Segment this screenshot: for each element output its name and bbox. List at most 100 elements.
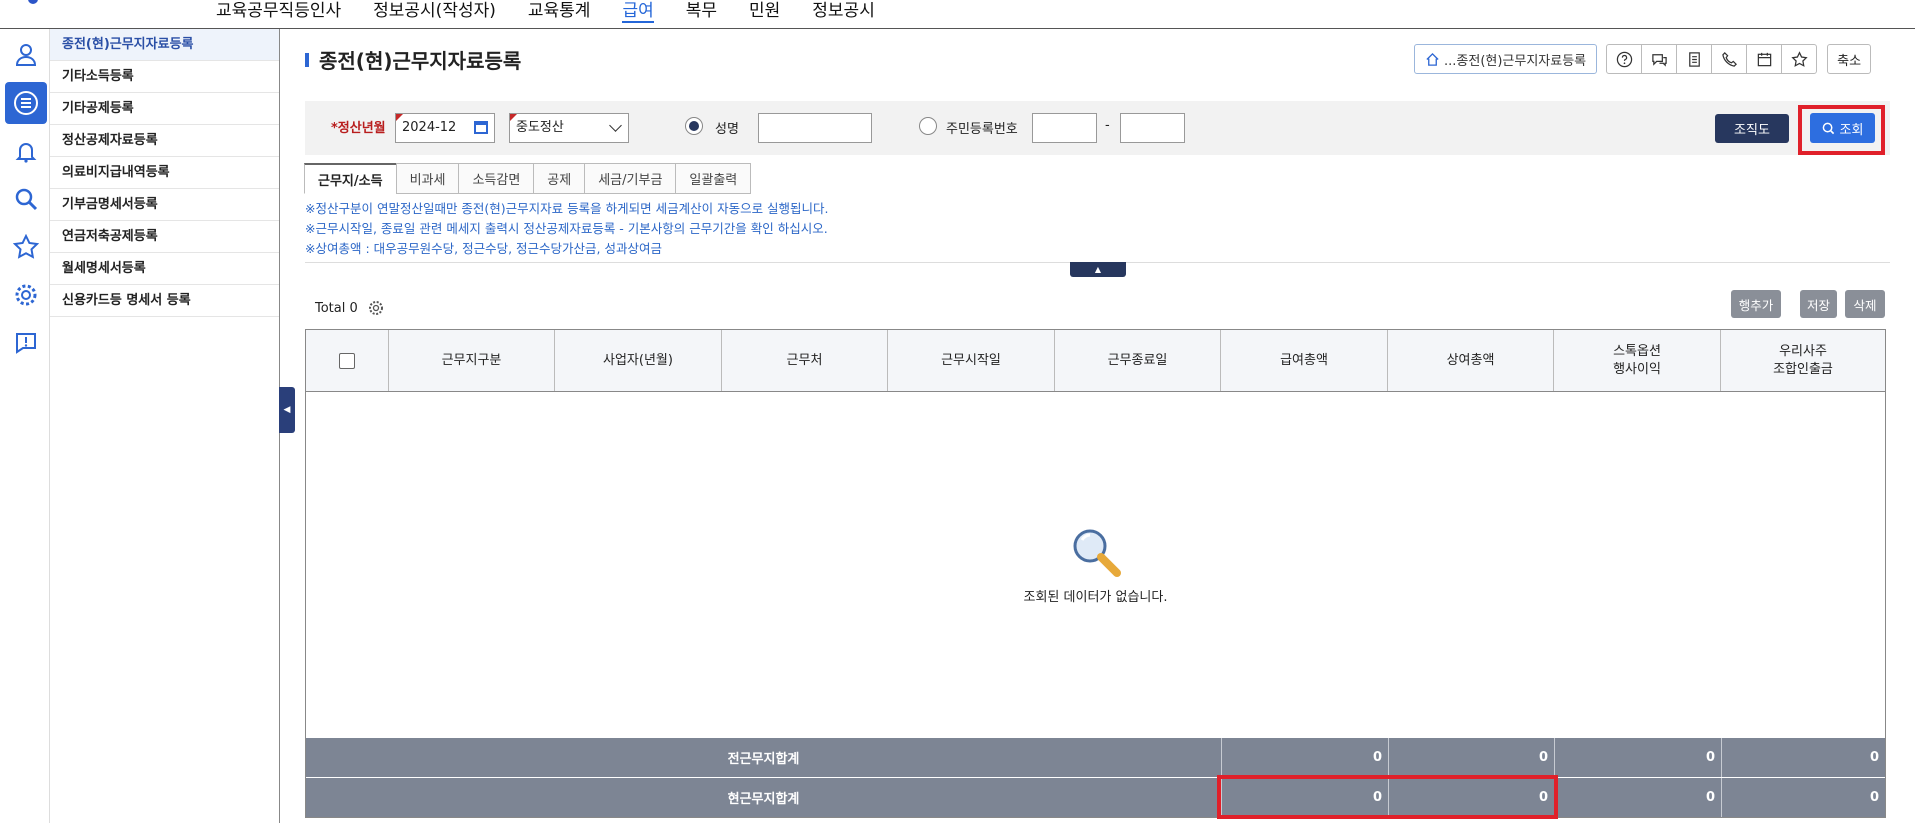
footer-value: 0 — [1389, 738, 1555, 777]
footer-value: 0 — [1869, 750, 1879, 765]
page-title: 종전(현)근무지자료등록 — [305, 45, 521, 74]
save-button[interactable]: 저장 — [1800, 290, 1837, 318]
total-count: Total 0 — [315, 300, 384, 316]
select-all-checkbox[interactable] — [339, 352, 355, 369]
top-menu-item-hr[interactable]: 교육공무직등인사 — [216, 0, 341, 23]
document-icon[interactable] — [1676, 44, 1713, 74]
delete-button[interactable]: 삭제 — [1845, 290, 1885, 318]
submenu-item-rent[interactable]: 월세명세서등록 — [50, 253, 279, 285]
tab-batch-print[interactable]: 일괄출력 — [675, 163, 752, 194]
calendar-picker-icon[interactable] — [474, 121, 488, 134]
column-header[interactable]: 근무지구분 — [389, 330, 555, 391]
submenu-item-settlement-deduction[interactable]: 정산공제자료등록 — [50, 125, 279, 157]
magnifier-icon — [1073, 529, 1121, 577]
column-header[interactable]: 스톡옵션 행사이익 — [1554, 330, 1721, 391]
calendar-icon[interactable] — [1746, 44, 1783, 74]
sidebar-collapse-handle[interactable]: ◀ — [279, 387, 295, 433]
favorite-star-icon[interactable] — [1781, 44, 1818, 74]
breadcrumb-text: ...종전(현)근무지자료등록 — [1444, 53, 1587, 69]
main-content: 종전(현)근무지자료등록 ...종전(현)근무지자료등록 축소 *정산년월 20… — [300, 29, 1900, 823]
top-menu-item-payroll[interactable]: 급여 — [622, 0, 654, 23]
submenu-item-credit-card[interactable]: 신용카드등 명세서 등록 — [50, 285, 279, 317]
column-header[interactable]: 근무종료일 — [1055, 330, 1221, 391]
query-highlight-box — [1798, 105, 1885, 155]
star-icon[interactable] — [5, 226, 47, 268]
column-header[interactable]: 사업자(년월) — [555, 330, 722, 391]
tab-bar: 근무지/소득 비과세 소득감면 공제 세금/기부금 일괄출력 — [304, 163, 752, 194]
phone-icon[interactable] — [1711, 44, 1748, 74]
gear-icon[interactable] — [5, 274, 47, 316]
notice-text: ※정산구분이 연말정산일때만 종전(현)근무지자료 등록을 하게되면 세금계산이… — [305, 199, 829, 259]
breadcrumb-button[interactable]: ...종전(현)근무지자료등록 — [1414, 44, 1598, 74]
settlement-month-input[interactable]: 2024-12 — [395, 113, 495, 143]
column-header[interactable]: 근무시작일 — [888, 330, 1055, 391]
person-icon[interactable] — [5, 34, 47, 76]
footer-row-previous: 전근무지합계 0 0 0 0 — [306, 737, 1885, 777]
top-menu-item-disclosure-writer[interactable]: 정보공시(작성자) — [373, 0, 496, 23]
tab-deduction[interactable]: 공제 — [533, 163, 586, 194]
alert-icon[interactable] — [5, 322, 47, 364]
rrn-dash: - — [1105, 118, 1110, 133]
empty-state: 조회된 데이터가 없습니다. — [306, 392, 1885, 737]
top-navigation: 교육공무직등인사 정보공시(작성자) 교육통계 급여 복무 민원 정보공시 — [0, 0, 1915, 29]
icon-rail — [0, 29, 50, 823]
collapse-up-handle[interactable]: ▲ — [1070, 262, 1126, 277]
rrn-back-input[interactable] — [1120, 113, 1185, 143]
header-select-all — [306, 330, 389, 391]
name-radio[interactable] — [685, 117, 703, 135]
column-header[interactable]: 근무처 — [722, 330, 888, 391]
sum-highlight-box — [1217, 775, 1558, 819]
notice-line: ※상여총액 : 대우공무원수당, 정근수당, 정근수당가산금, 성과상여금 — [305, 241, 662, 256]
top-menu-item-disclosure[interactable]: 정보공시 — [812, 0, 875, 23]
shrink-button[interactable]: 축소 — [1827, 44, 1872, 74]
footer-label: 전근무지합계 — [306, 738, 1222, 777]
add-row-button[interactable]: 행추가 — [1731, 290, 1781, 318]
sub-menu: 종전(현)근무지자료등록 기타소득등록 기타공제등록 정산공제자료등록 의료비지… — [50, 29, 280, 823]
rrn-front-input[interactable] — [1032, 113, 1097, 143]
page-title-text: 종전(현)근무지자료등록 — [319, 49, 522, 73]
name-input[interactable] — [758, 113, 872, 143]
footer-value: 0 — [1222, 738, 1389, 777]
top-menu-item-civil[interactable]: 민원 — [749, 0, 780, 23]
grid-header: 근무지구분 사업자(년월) 근무처 근무시작일 근무종료일 급여총액 상여총액 … — [306, 330, 1885, 392]
bell-icon[interactable] — [5, 130, 47, 172]
empty-message: 조회된 데이터가 없습니다. — [1023, 590, 1168, 605]
tab-non-taxable[interactable]: 비과세 — [395, 163, 460, 194]
title-toolbar: ...종전(현)근무지자료등록 축소 — [1414, 44, 1872, 74]
settlement-type-select[interactable]: 중도정산 — [509, 113, 629, 143]
tab-tax-donation[interactable]: 세금/기부금 — [584, 163, 677, 194]
submenu-item-medical[interactable]: 의료비지급내역등록 — [50, 157, 279, 189]
footer-value: 0 — [1869, 790, 1879, 805]
footer-label: 현근무지합계 — [306, 778, 1222, 817]
column-header[interactable]: 급여총액 — [1221, 330, 1388, 391]
footer-value: 0 — [1555, 778, 1722, 817]
top-menu-item-statistics[interactable]: 교육통계 — [528, 0, 591, 23]
submenu-item-pension-savings[interactable]: 연금저축공제등록 — [50, 221, 279, 253]
gear-icon[interactable] — [368, 300, 384, 316]
footer-value: 0 — [1555, 738, 1722, 777]
submenu-item-other-deduction[interactable]: 기타공제등록 — [50, 93, 279, 125]
tab-workplace-income[interactable]: 근무지/소득 — [304, 163, 397, 194]
submenu-item-other-income[interactable]: 기타소득등록 — [50, 61, 279, 93]
rrn-radio[interactable] — [919, 117, 937, 135]
tool-icon-group — [1606, 44, 1818, 74]
logo — [28, 0, 38, 4]
chat-icon[interactable] — [1641, 44, 1678, 74]
column-header[interactable]: 상여총액 — [1388, 330, 1554, 391]
search-icon[interactable] — [5, 178, 47, 220]
column-header[interactable]: 우리사주 조합인출금 — [1721, 330, 1885, 391]
notice-line: ※정산구분이 연말정산일때만 종전(현)근무지자료 등록을 하게되면 세금계산이… — [305, 201, 829, 216]
notice-line: ※근무시작일, 종료일 관련 메세지 출력시 정산공제자료등록 - 기본사항의 … — [305, 221, 828, 236]
submenu-item-donation[interactable]: 기부금명세서등록 — [50, 189, 279, 221]
footer-row-current: 현근무지합계 0 0 0 0 — [306, 777, 1885, 817]
tab-income-reduction[interactable]: 소득감면 — [458, 163, 535, 194]
submenu-item-prev-workplace[interactable]: 종전(현)근무지자료등록 — [50, 29, 279, 61]
search-panel: *정산년월 2024-12 중도정산 성명 주민등록번호 - 조직도 조회 — [305, 101, 1890, 155]
name-radio-label: 성명 — [715, 122, 739, 137]
top-menu-item-service[interactable]: 복무 — [686, 0, 717, 23]
org-chart-button[interactable]: 조직도 — [1715, 114, 1789, 143]
list-icon[interactable] — [5, 82, 47, 124]
help-icon[interactable] — [1606, 44, 1643, 74]
top-menu: 교육공무직등인사 정보공시(작성자) 교육통계 급여 복무 민원 정보공시 — [216, 0, 875, 23]
rrn-radio-label: 주민등록번호 — [946, 122, 1018, 137]
